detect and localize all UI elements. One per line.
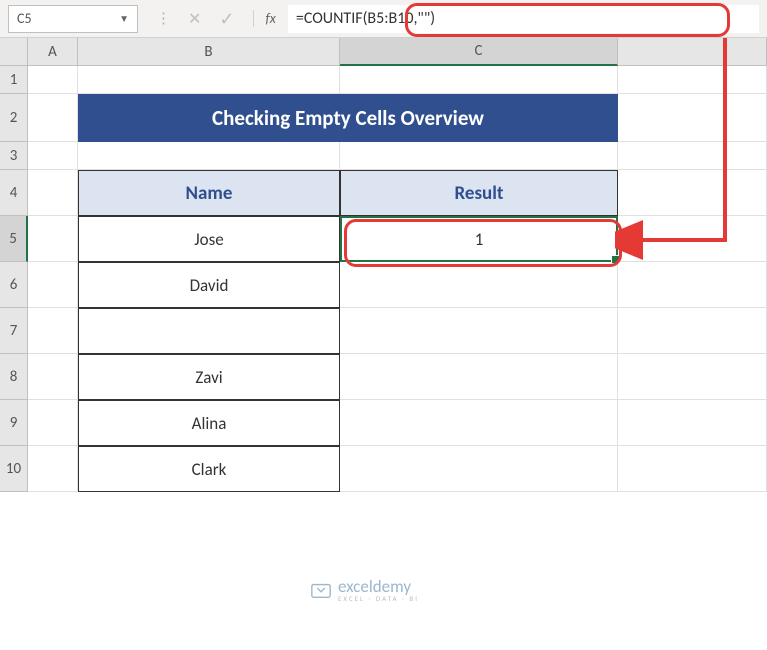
- col-header-B[interactable]: B: [78, 38, 340, 66]
- formula-text: =COUNTIF(B5:B10,""): [296, 9, 435, 28]
- row-header-5[interactable]: 5: [0, 216, 28, 262]
- col-header-A[interactable]: A: [28, 38, 78, 66]
- cell-A2[interactable]: [28, 94, 78, 142]
- header-result[interactable]: Result: [340, 170, 618, 216]
- cell-B8[interactable]: Zavi: [78, 354, 340, 400]
- row-header-1[interactable]: 1: [0, 66, 28, 94]
- watermark-tagline: EXCEL · DATA · BI: [338, 595, 419, 602]
- cell-A7[interactable]: [28, 308, 78, 354]
- name-box-value: C5: [17, 10, 32, 27]
- cell-C6[interactable]: [340, 262, 618, 308]
- cell-D4[interactable]: [618, 170, 767, 216]
- row-header-2[interactable]: 2: [0, 94, 28, 142]
- dropdown-dots-icon[interactable]: ⋮: [156, 9, 170, 28]
- name-box[interactable]: C5 ▼: [8, 5, 138, 33]
- cell-D9[interactable]: [618, 400, 767, 446]
- cell-D6[interactable]: [618, 262, 767, 308]
- header-name[interactable]: Name: [78, 170, 340, 216]
- row-header-8[interactable]: 8: [0, 354, 28, 400]
- cell-D7[interactable]: [618, 308, 767, 354]
- row-header-7[interactable]: 7: [0, 308, 28, 354]
- col-header-C[interactable]: C: [340, 38, 618, 66]
- cancel-icon[interactable]: ✕: [188, 9, 201, 29]
- cell-A1[interactable]: [28, 66, 78, 94]
- col-header-D[interactable]: [618, 38, 767, 66]
- cell-D2[interactable]: [618, 94, 767, 142]
- row-header-9[interactable]: 9: [0, 400, 28, 446]
- cell-D5[interactable]: [618, 216, 767, 262]
- row-header-4[interactable]: 4: [0, 170, 28, 216]
- cell-B9[interactable]: Alina: [78, 400, 340, 446]
- cell-A8[interactable]: [28, 354, 78, 400]
- cell-B1[interactable]: [78, 66, 340, 94]
- select-all-corner[interactable]: [0, 38, 28, 66]
- formula-bar-actions: ⋮ ✕ ✓: [146, 8, 245, 30]
- cell-C8[interactable]: [340, 354, 618, 400]
- cell-area: Checking Empty Cells Overview Name Resul…: [28, 66, 767, 492]
- fx-icon[interactable]: fx: [253, 10, 280, 27]
- row-header-3[interactable]: 3: [0, 142, 28, 170]
- cell-D3[interactable]: [618, 142, 767, 170]
- row-header-10[interactable]: 10: [0, 446, 28, 492]
- cell-D8[interactable]: [618, 354, 767, 400]
- cell-B10[interactable]: Clark: [78, 446, 340, 492]
- cell-A3[interactable]: [28, 142, 78, 170]
- cell-B5[interactable]: Jose: [78, 216, 340, 262]
- cell-A5[interactable]: [28, 216, 78, 262]
- cell-C5[interactable]: 1: [340, 216, 618, 262]
- formula-bar: C5 ▼ ⋮ ✕ ✓ fx =COUNTIF(B5:B10,""): [0, 0, 767, 38]
- row-headers: 1 2 3 4 5 6 7 8 9 10: [0, 66, 28, 492]
- cell-C10[interactable]: [340, 446, 618, 492]
- formula-container: fx =COUNTIF(B5:B10,""): [253, 5, 760, 33]
- cell-B7[interactable]: [78, 308, 340, 354]
- cell-A10[interactable]: [28, 446, 78, 492]
- cell-A6[interactable]: [28, 262, 78, 308]
- row-header-6[interactable]: 6: [0, 262, 28, 308]
- cell-C9[interactable]: [340, 400, 618, 446]
- title-banner[interactable]: Checking Empty Cells Overview: [78, 94, 618, 142]
- cell-A9[interactable]: [28, 400, 78, 446]
- watermark-logo-icon: [310, 579, 332, 601]
- cell-B6[interactable]: David: [78, 262, 340, 308]
- watermark-name: exceldemy: [338, 578, 419, 595]
- watermark: exceldemy EXCEL · DATA · BI: [310, 578, 419, 602]
- column-headers: A B C: [28, 38, 767, 66]
- cell-D1[interactable]: [618, 66, 767, 94]
- formula-input[interactable]: =COUNTIF(B5:B10,""): [288, 5, 759, 33]
- name-box-dropdown-icon[interactable]: ▼: [119, 12, 129, 25]
- cell-C7[interactable]: [340, 308, 618, 354]
- cell-A4[interactable]: [28, 170, 78, 216]
- cell-D10[interactable]: [618, 446, 767, 492]
- cell-C1[interactable]: [340, 66, 618, 94]
- confirm-icon[interactable]: ✓: [219, 8, 234, 30]
- cell-C3[interactable]: [340, 142, 618, 170]
- spreadsheet-grid: A B C 1 2 3 4 5 6 7 8 9 10 Checking Empt…: [0, 38, 767, 492]
- cell-B3[interactable]: [78, 142, 340, 170]
